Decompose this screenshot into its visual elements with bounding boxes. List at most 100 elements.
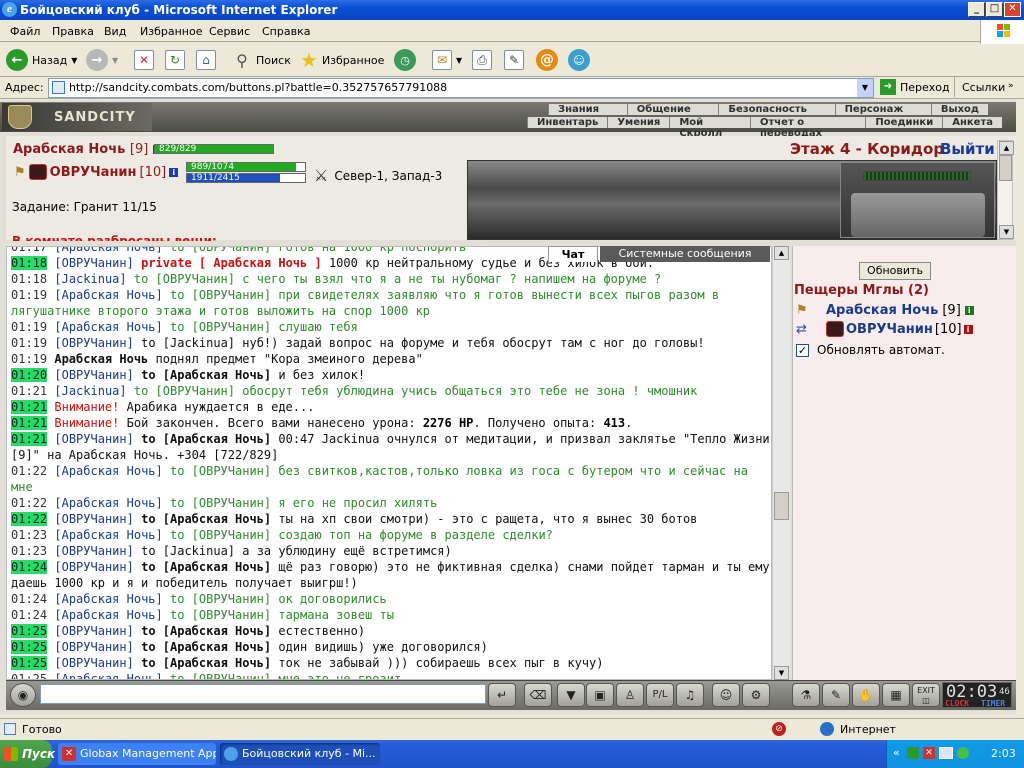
chat-sender[interactable]: [ОВРУЧанин] (54, 656, 134, 670)
nav-communication[interactable]: Общение (626, 104, 700, 115)
address-dropdown-icon[interactable]: ▼ (857, 79, 873, 97)
exit-game-button[interactable]: EXIT ◫ (912, 683, 940, 707)
chat-sender[interactable]: [ОВРУЧанин] (54, 624, 134, 638)
chat-scroll-up-icon[interactable]: ▲ (774, 246, 789, 260)
history-icon[interactable]: ◷ (394, 49, 416, 71)
send-icon[interactable]: ↵ (488, 683, 516, 707)
chat-sender[interactable]: [Арабская Ночь] (54, 247, 162, 254)
player-name[interactable]: Арабская Ночь (13, 142, 125, 157)
chat-timestamp[interactable]: 01:22 (11, 464, 47, 478)
minimize-button[interactable]: _ (968, 2, 985, 17)
chat-timestamp[interactable]: 01:20 (11, 368, 48, 382)
potion-icon[interactable]: ⚗ (792, 683, 820, 707)
chat-timestamp[interactable]: 01:18 (11, 256, 48, 270)
sound-icon[interactable]: ♫ (676, 683, 704, 707)
smiley-menu-icon[interactable]: ◉ (10, 683, 36, 707)
online-user-name[interactable]: ОВРУЧанин (846, 322, 933, 337)
chat-sender[interactable]: [Арабская Ночь] (54, 320, 162, 334)
user-info-icon[interactable]: i (964, 306, 974, 315)
menu-favorites[interactable]: Избранное (140, 25, 202, 38)
chat-timestamp[interactable]: 01:21 (11, 400, 48, 414)
tab-system-messages[interactable]: Системные сообщения (600, 246, 770, 262)
filter-icon[interactable]: ▼ (557, 683, 585, 707)
chat-sender[interactable]: [Jackinua] (54, 384, 126, 398)
chat-sender[interactable]: [ОВРУЧанин] (54, 432, 134, 446)
chat-timestamp[interactable]: 01:25 (11, 640, 48, 654)
home-icon[interactable]: ⌂ (196, 50, 216, 70)
menu-help[interactable]: Справка (262, 25, 310, 38)
scroll-icon[interactable]: ✎ (822, 683, 850, 707)
crossed-swords-icon[interactable]: ⚔ (314, 166, 328, 185)
task-globax[interactable]: ✕ Globax Management App... (58, 743, 216, 765)
chat-sender[interactable]: [Арабская Ночь] (54, 464, 162, 478)
chat-sender[interactable]: [Арабская Ночь] (54, 496, 162, 510)
chat-sender[interactable]: [ОВРУЧанин] (54, 336, 134, 350)
auto-refresh-checkbox[interactable]: ✓ (796, 343, 809, 357)
tray-icq-icon[interactable] (957, 747, 969, 759)
chat-sender[interactable]: [ОВРУЧанин] (54, 544, 134, 558)
online-user-name[interactable]: Арабская Ночь (826, 303, 938, 318)
chat-timestamp[interactable]: 01:24 (11, 592, 47, 606)
chat-sender[interactable]: [Арабская Ночь] (54, 672, 162, 679)
forward-button[interactable]: → ▼ (86, 47, 118, 73)
chat-scrollbar[interactable]: ▲ ▼ (772, 246, 790, 680)
chat-sender[interactable]: [Арабская Ночь] (54, 528, 162, 542)
chat-timestamp[interactable]: 01:23 (11, 528, 47, 542)
smiles-icon[interactable]: ☺ (712, 683, 740, 707)
messenger-at-icon[interactable]: @ (536, 49, 558, 71)
favorites-button[interactable]: ★ Избранное (300, 47, 384, 73)
panel-scroll-down-icon[interactable]: ▼ (999, 225, 1014, 239)
chat-timestamp[interactable]: 01:22 (11, 512, 48, 526)
nav-transfer-report[interactable]: Отчет о переводах (750, 117, 865, 139)
close-button[interactable]: ✕ (1004, 2, 1021, 17)
mail-icon[interactable]: ✉ (432, 50, 452, 70)
nav-my-scroll[interactable]: Мой Скролл (669, 117, 750, 139)
tab-chat[interactable]: Чат (548, 246, 598, 262)
mail-dropdown-icon[interactable]: ▼ (456, 56, 462, 65)
start-button[interactable]: Пуск (0, 740, 55, 768)
nav-exit[interactable]: Выход (930, 104, 988, 115)
chat-scroll-thumb[interactable] (774, 492, 789, 520)
back-dropdown-icon[interactable]: ▼ (71, 56, 77, 65)
chat-timestamp[interactable]: 01:19 (11, 288, 47, 302)
tray-expand-icon[interactable]: « (893, 746, 900, 759)
tray-network-icon[interactable] (907, 747, 919, 759)
chat-sender[interactable]: [ОВРУЧанин] (54, 640, 134, 654)
chat-timestamp[interactable]: 01:25 (11, 656, 48, 670)
chat-sender[interactable]: [ОВРУЧанин] (54, 560, 134, 574)
forward-dropdown-icon[interactable]: ▼ (112, 56, 118, 65)
panel-scroll-up-icon[interactable]: ▲ (999, 141, 1014, 155)
chat-sender[interactable]: [Jackinua] (54, 272, 126, 286)
translit-icon[interactable]: P/L (646, 683, 674, 707)
fighter-icon[interactable]: ♙ (616, 683, 644, 707)
nav-security[interactable]: Безопасность (718, 104, 816, 115)
chat-sender[interactable]: Арабская Ночь (54, 352, 148, 366)
print-icon[interactable]: ⎙ (472, 50, 492, 70)
chat-timestamp[interactable]: 01:25 (11, 624, 48, 638)
msn-icon[interactable]: ☺ (568, 49, 590, 71)
nav-inventory[interactable]: Инвентарь (527, 117, 607, 128)
chat-scroll-down-icon[interactable]: ▼ (774, 666, 789, 680)
browser-scrollbar[interactable] (1016, 100, 1024, 714)
stop-icon[interactable]: ✕ (134, 50, 154, 70)
menu-file[interactable]: Файл (10, 25, 40, 38)
chat-input[interactable] (40, 684, 486, 704)
tray-globax-icon[interactable]: ✕ (923, 747, 935, 759)
clear-icon[interactable]: ⌫ (524, 683, 552, 707)
go-button[interactable]: ➜ Переход (880, 79, 950, 95)
window-title-bar[interactable]: e Бойцовский клуб - Microsoft Internet E… (0, 0, 1024, 20)
minimap[interactable] (840, 162, 995, 238)
popup-blocked-icon[interactable]: ⊘ (772, 722, 786, 736)
chat-timestamp[interactable]: 01:19 (11, 352, 47, 366)
settings-icon[interactable]: ⚙ (742, 683, 770, 707)
chat-sender[interactable]: [ОВРУЧанин] (54, 368, 134, 382)
menu-tools[interactable]: Сервис (209, 25, 250, 38)
nav-knowledge[interactable]: Знания (548, 104, 608, 115)
address-input[interactable]: http://sandcity.combats.com/buttons.pl?b… (48, 78, 874, 98)
search-button[interactable]: ⚲ Поиск (232, 47, 291, 73)
chat-timestamp[interactable]: 01:25 (11, 672, 47, 679)
maximize-button[interactable]: □ (986, 2, 1003, 17)
links-button[interactable]: Ссылки (962, 81, 1005, 94)
exit-link[interactable]: Выйти (940, 140, 995, 158)
edit-icon[interactable]: ✎ (504, 50, 524, 70)
